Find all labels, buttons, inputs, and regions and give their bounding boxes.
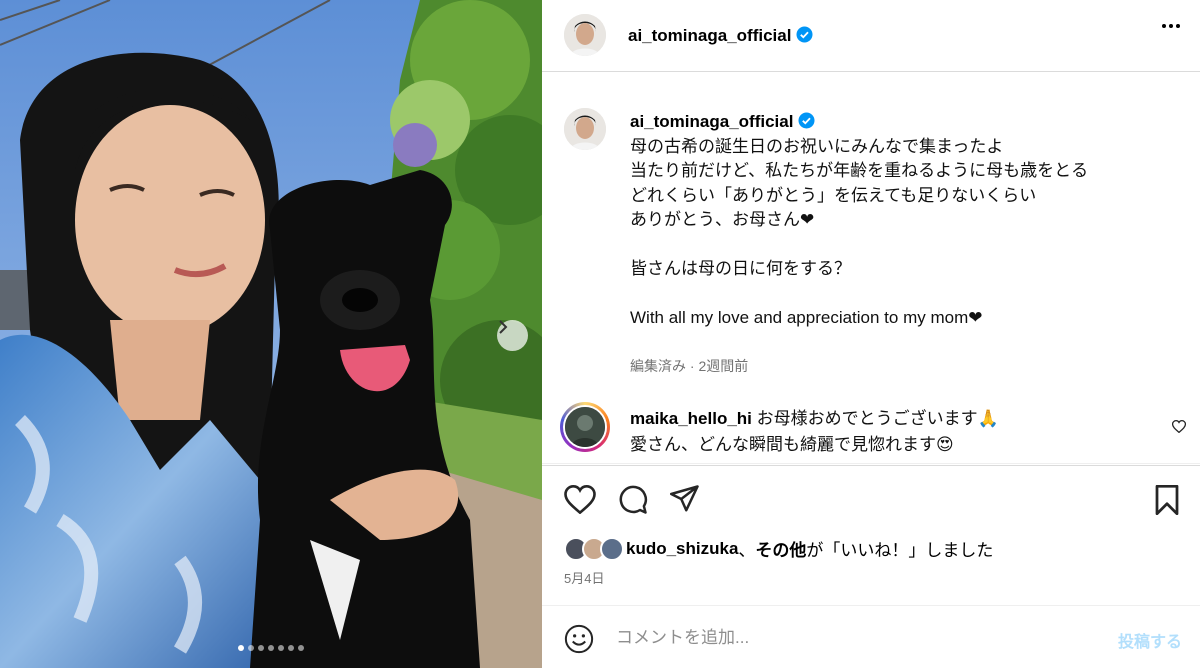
caption-line [630, 233, 1180, 258]
add-comment-form: 投稿する [542, 605, 1200, 668]
comment-like-heart-icon[interactable] [1172, 420, 1186, 433]
caption-line: 皆さんは母の日に何をする？ [630, 259, 851, 278]
comment-bubble-icon[interactable] [618, 485, 648, 515]
post-date[interactable]: 5月4日 [564, 568, 604, 587]
post-side-panel: ai_tominaga_official ai_tominaga_officia… [542, 0, 1200, 668]
post-photo[interactable] [0, 0, 542, 668]
carousel-dot [268, 645, 274, 651]
action-bar [542, 465, 1200, 525]
caption-username[interactable]: ai_tominaga_official [630, 110, 815, 135]
caption-meta: 編集済み · 2週間前 [630, 358, 749, 374]
verified-badge-icon [798, 112, 815, 129]
chevron-right-icon [499, 320, 508, 334]
comment-text: maika_hello_hi お母様おめでとうございます🙏 愛さん、どんな瞬間も… [630, 406, 1150, 458]
liker-avatar [600, 536, 624, 561]
commenter-username[interactable]: maika_hello_hi [630, 409, 752, 428]
carousel-dot [288, 645, 294, 651]
carousel-dot [238, 645, 244, 651]
share-paper-plane-icon[interactable] [670, 485, 700, 513]
post-image [0, 0, 542, 668]
caption-author-avatar[interactable] [564, 108, 606, 150]
author-avatar[interactable] [564, 14, 606, 56]
comment-line: お母様おめでとうございます🙏 [756, 409, 999, 428]
author-username[interactable]: ai_tominaga_official [628, 26, 813, 46]
likes-others-link[interactable]: その他 [755, 536, 806, 561]
caption-section: ai_tominaga_official 母の古希の誕生日のお祝いにみんなで集ま… [542, 72, 1200, 464]
caption-line: 当たり前だけど、私たちが年齢を重ねるように母も歳をとる [630, 161, 1089, 180]
save-bookmark-icon[interactable] [1154, 485, 1180, 515]
caption-text: ai_tominaga_official 母の古希の誕生日のお祝いにみんなで集ま… [630, 110, 1180, 331]
emoji-smiley-icon[interactable] [564, 624, 594, 654]
caption-line: どれくらい「ありがとう」を伝えても足りないくらい [630, 185, 1037, 205]
post-header: ai_tominaga_official [542, 0, 1200, 72]
liker-username[interactable]: kudo_shizuka [626, 539, 738, 559]
likes-summary[interactable]: kudo_shizuka、その他 が「いいね！」しました [564, 536, 993, 561]
carousel-dot [298, 645, 304, 651]
more-options-icon[interactable] [1162, 24, 1180, 28]
caption-line: ありがとう、お母さん❤ [630, 210, 815, 229]
verified-badge-icon [796, 26, 813, 43]
carousel-next-button[interactable] [497, 320, 528, 351]
carousel-dot [258, 645, 264, 651]
liker-avatars[interactable] [564, 536, 624, 561]
carousel-indicator [0, 645, 542, 651]
comment-line: 愛さん、どんな瞬間も綺麗で見惚れます😍 [630, 435, 954, 454]
caption-line [630, 282, 1180, 307]
caption-line: With all my love and appreciation to my … [630, 308, 983, 327]
commenter-avatar[interactable] [560, 402, 610, 452]
like-heart-icon[interactable] [564, 485, 596, 514]
carousel-dot [278, 645, 284, 651]
post-comment-button[interactable]: 投稿する [1118, 628, 1182, 652]
caption-line: 母の古希の誕生日のお祝いにみんなで集まったよ [630, 136, 1004, 156]
comment-input[interactable] [616, 624, 1076, 652]
carousel-dot [248, 645, 254, 651]
